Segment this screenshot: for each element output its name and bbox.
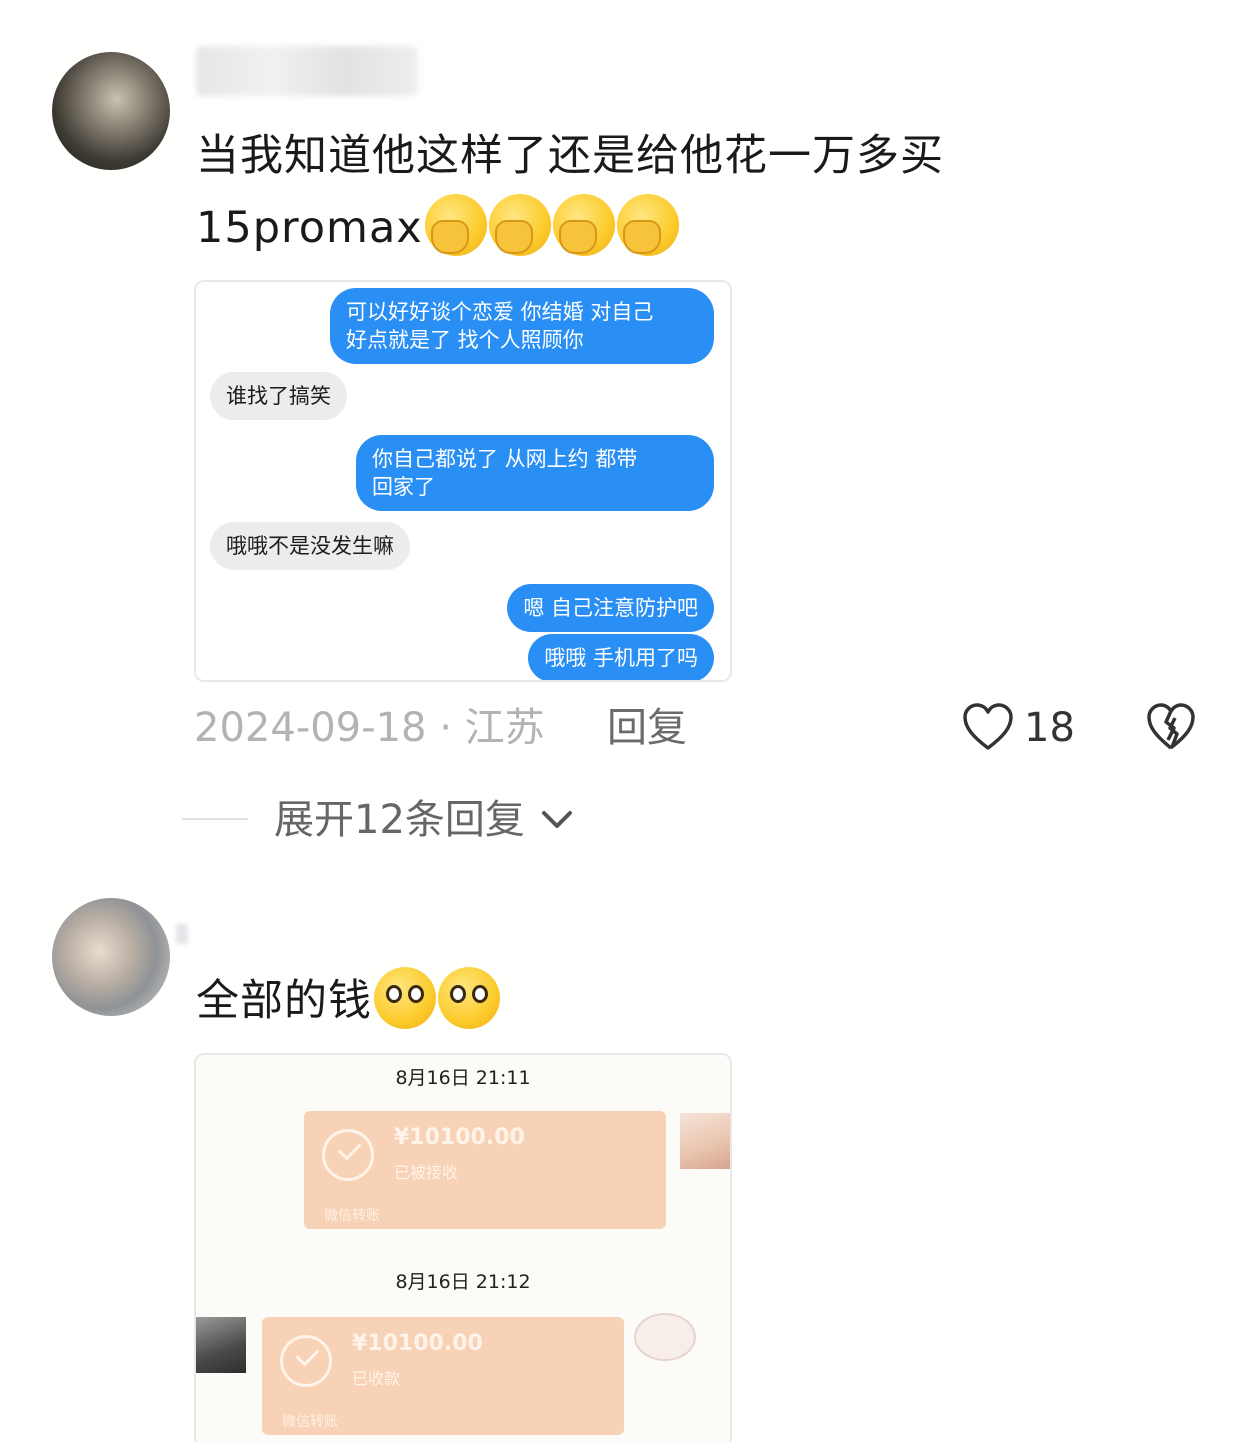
sticker-icon [634, 1313, 696, 1361]
facepalm-emoji-icon [616, 193, 679, 256]
commenter-name-blurred [176, 924, 188, 944]
commenter-avatar[interactable] [52, 898, 170, 1016]
chat-bubble-sent: 嗯 自己注意防护吧 [507, 584, 714, 632]
transfer-footer: 微信转账 [324, 1208, 380, 1224]
comment-text-line2: 15promax [196, 192, 679, 264]
transfer-card: ¥10100.00 已收款 微信转账 [262, 1317, 624, 1435]
transfer-status: 已收款 [352, 1369, 401, 1388]
like-count: 18 [1024, 705, 1075, 751]
chevron-down-icon[interactable] [540, 804, 574, 834]
transfer-status: 已被接收 [394, 1163, 459, 1182]
flushed-emoji-icon [438, 966, 500, 1029]
transfer-card: ¥10100.00 已被接收 微信转账 [304, 1111, 666, 1229]
comment-date: 2024-09-18 [194, 705, 427, 751]
facepalm-emoji-icon [488, 193, 551, 256]
check-circle-icon [280, 1335, 332, 1387]
commenter-name-blurred [196, 46, 418, 96]
comment-text: 当我知道他这样了还是给他花一万多买 [196, 131, 944, 181]
comment-location: 江苏 [464, 705, 545, 751]
comment-meta: 2024-09-18 · 江苏 [194, 700, 545, 756]
comment-text: 全部的钱 [196, 965, 500, 1037]
flushed-emoji-icon [374, 966, 436, 1029]
facepalm-emoji-icon [424, 193, 487, 256]
check-circle-icon [322, 1129, 374, 1181]
commenter-avatar[interactable] [52, 52, 170, 170]
chat-avatar [196, 1317, 246, 1373]
transfer-screenshot-image[interactable]: 8月16日 21:11 ¥10100.00 已被接收 微信转账 8月16日 21… [194, 1053, 732, 1442]
chat-bubble-sent: 可以好好谈个恋爱 你结婚 对自己 好点就是了 找个人照顾你 [330, 288, 714, 364]
facepalm-emoji-icon [552, 193, 615, 256]
chat-avatar [680, 1113, 730, 1169]
broken-heart-icon[interactable] [1146, 702, 1196, 752]
chat-bubble-sent: 哦哦 手机用了吗 [528, 634, 714, 680]
transfer-footer: 微信转账 [282, 1414, 338, 1430]
chat-bubble-received: 哦哦不是没发生嘛 [210, 522, 410, 570]
expand-replies-button[interactable]: 展开12条回复 [274, 792, 525, 848]
comment-feed: 当我知道他这样了还是给他花一万多买 15promax 可以好好谈个恋爱 你结婚 … [0, 0, 1260, 1442]
reply-button[interactable]: 回复 [607, 700, 687, 756]
chat-screenshot-image[interactable]: 可以好好谈个恋爱 你结婚 对自己 好点就是了 找个人照顾你 谁找了搞笑 你自己都… [194, 280, 732, 682]
transfer-amount: ¥10100.00 [352, 1331, 483, 1356]
heart-icon[interactable] [962, 702, 1014, 752]
meta-separator: · [439, 705, 452, 751]
comment-text-model: 15promax [196, 203, 423, 253]
chat-bubble-received: 谁找了搞笑 [210, 372, 347, 420]
chat-bubble-sent: 你自己都说了 从网上约 都带 回家了 [356, 435, 714, 511]
chat-timestamp: 8月16日 21:12 [395, 1271, 531, 1293]
expand-divider [182, 818, 248, 820]
transfer-amount: ¥10100.00 [394, 1125, 525, 1150]
comment-text-main: 全部的钱 [196, 976, 372, 1026]
chat-timestamp: 8月16日 21:11 [395, 1067, 531, 1089]
